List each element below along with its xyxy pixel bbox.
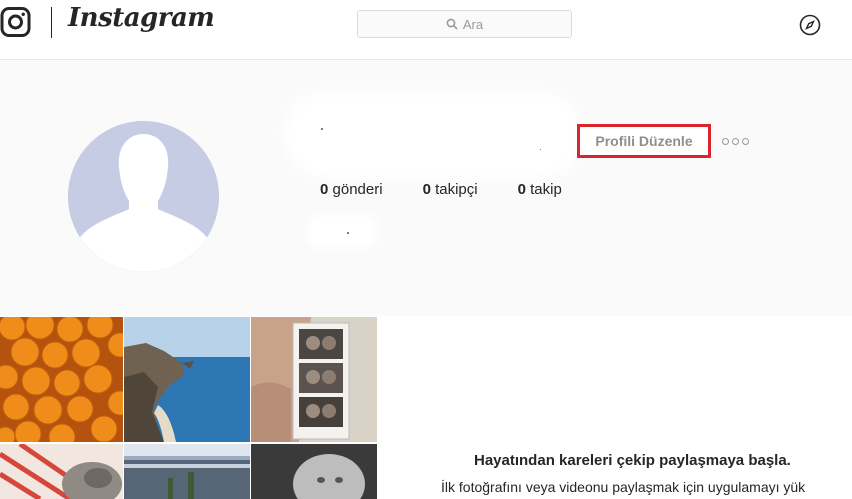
sample-photo-coastline [124, 317, 250, 442]
instagram-camera-icon[interactable] [0, 6, 31, 38]
sample-photo-building-cactus [124, 444, 250, 499]
bio-redacted [312, 220, 372, 242]
empty-state-headline: Hayatından kareleri çekip paylaşmaya baş… [474, 452, 791, 469]
redaction-speck [321, 128, 323, 130]
edit-profile-button[interactable]: Profili Düzenle [577, 124, 711, 158]
sample-photo-baby [251, 444, 377, 499]
search-placeholder: Ara [462, 16, 484, 32]
header-divider [51, 7, 52, 38]
sample-photo-photobooth [251, 317, 377, 442]
instagram-logo[interactable]: Instagram [68, 3, 215, 33]
compass-icon[interactable] [799, 14, 821, 36]
profile-avatar[interactable] [68, 121, 219, 272]
options-more-icon[interactable] [722, 133, 752, 149]
username-redacted [296, 104, 570, 166]
search-input[interactable]: Ara [357, 10, 572, 38]
profile-stats: 0 gönderi 0 takipçi 0 takip [320, 181, 602, 198]
redaction-speck [540, 149, 541, 150]
search-icon [446, 18, 458, 30]
sample-photo-oranges [0, 317, 123, 442]
following-count[interactable]: 0 takip [518, 181, 562, 198]
default-avatar-silhouette-icon [68, 121, 219, 272]
followers-count[interactable]: 0 takipçi [423, 181, 478, 198]
empty-state-subtext: İlk fotoğrafını veya videonu paylaşmak i… [441, 479, 806, 495]
redaction-speck [347, 232, 349, 234]
posts-count[interactable]: 0 gönderi [320, 181, 383, 198]
top-navigation-bar: Instagram Ara [0, 0, 852, 60]
sample-photo-dog-blanket [0, 444, 123, 499]
